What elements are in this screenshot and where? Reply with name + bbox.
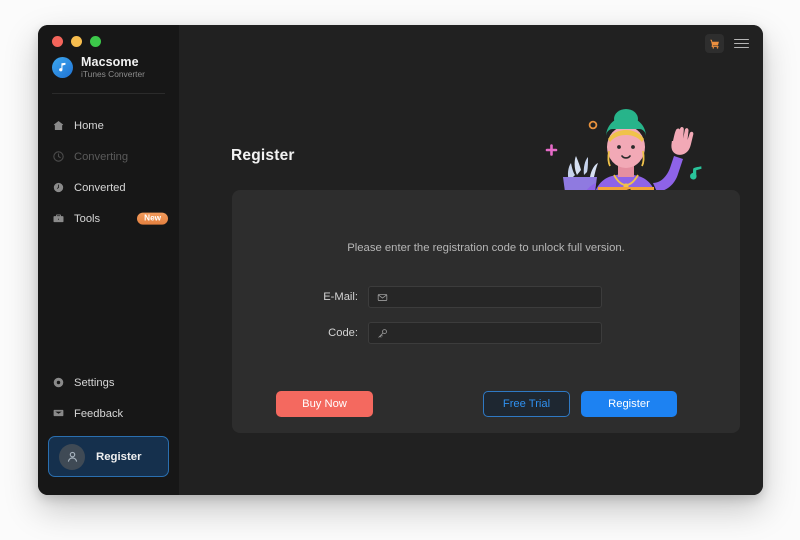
sidebar-item-home[interactable]: Home xyxy=(38,110,179,141)
page-title: Register xyxy=(231,147,295,164)
hamburger-menu-icon[interactable] xyxy=(734,36,749,51)
code-input-wrapper[interactable] xyxy=(368,322,602,344)
sidebar-item-label: Converted xyxy=(74,181,126,194)
sidebar-item-label: Tools xyxy=(74,212,101,225)
maximize-window-button[interactable] xyxy=(90,36,101,47)
envelope-icon xyxy=(376,291,388,303)
register-card: Please enter the registration code to un… xyxy=(232,190,740,433)
sidebar-item-label: Feedback xyxy=(74,407,124,420)
music-note-circle-icon xyxy=(52,57,73,79)
sidebar-item-settings[interactable]: Settings xyxy=(38,367,179,398)
user-avatar-icon xyxy=(59,443,85,470)
clock-icon xyxy=(52,181,65,194)
brand-subtitle: iTunes Converter xyxy=(81,69,145,80)
buy-now-button[interactable]: Buy Now xyxy=(276,391,373,417)
home-icon xyxy=(52,119,65,132)
gear-icon xyxy=(52,376,65,389)
brand-logo-area: Macsome iTunes Converter xyxy=(52,55,145,80)
sidebar-divider xyxy=(52,93,165,94)
sidebar-item-converting[interactable]: Converting xyxy=(38,141,179,172)
sidebar-item-label: Home xyxy=(74,119,104,132)
sidebar-secondary-nav: Settings Feedback Register xyxy=(38,367,179,477)
free-trial-button[interactable]: Free Trial xyxy=(483,391,570,417)
main-content: Register Please enter the registration c… xyxy=(179,25,763,495)
brand-name: Macsome xyxy=(81,55,139,69)
sidebar-item-register[interactable]: Register xyxy=(48,436,169,477)
sidebar: Macsome iTunes Converter Home Converting… xyxy=(38,25,179,495)
email-form-row: E-Mail: xyxy=(298,286,602,308)
sidebar-item-feedback[interactable]: Feedback xyxy=(38,398,179,429)
email-field[interactable] xyxy=(394,287,594,307)
titlebar-actions xyxy=(705,34,749,53)
code-field[interactable] xyxy=(394,323,594,343)
application-window: Macsome iTunes Converter Home Converting… xyxy=(38,25,763,495)
sidebar-item-tools[interactable]: Tools New xyxy=(38,203,179,234)
sidebar-item-converted[interactable]: Converted xyxy=(38,172,179,203)
sidebar-primary-nav: Home Converting Converted Tools New xyxy=(38,110,179,234)
register-button[interactable]: Register xyxy=(581,391,677,417)
message-icon xyxy=(52,407,65,420)
toolbox-icon xyxy=(52,212,65,225)
window-traffic-lights xyxy=(52,36,101,47)
sidebar-item-label: Settings xyxy=(74,376,115,389)
code-form-row: Code: xyxy=(298,322,602,344)
minimize-window-button[interactable] xyxy=(71,36,82,47)
email-label: E-Mail: xyxy=(323,291,358,303)
code-label: Code: xyxy=(328,327,358,339)
key-icon xyxy=(376,327,388,339)
registration-hint: Please enter the registration code to un… xyxy=(347,242,625,254)
status-badge-new: New xyxy=(137,212,168,225)
sidebar-item-label: Register xyxy=(96,450,142,463)
close-window-button[interactable] xyxy=(52,36,63,47)
email-input-wrapper[interactable] xyxy=(368,286,602,308)
shopping-cart-icon[interactable] xyxy=(705,34,724,53)
converting-icon xyxy=(52,150,65,163)
sidebar-item-label: Converting xyxy=(74,150,129,163)
